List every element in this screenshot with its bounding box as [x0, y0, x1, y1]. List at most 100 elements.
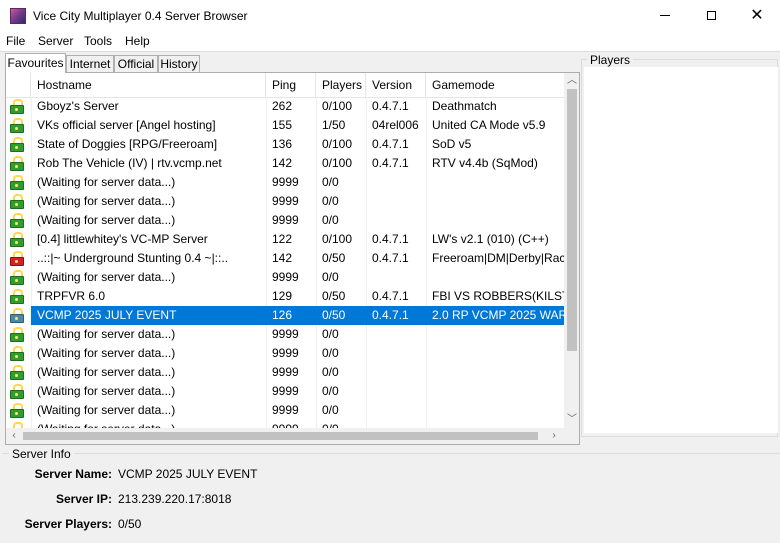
table-row[interactable]: VCMP 2025 JULY EVENT 126 0/50 0.4.7.1 2.0 RP…: [6, 306, 566, 325]
table-row[interactable]: (Waiting for server data...)99990/0: [6, 344, 566, 363]
table-row[interactable]: Rob The Vehicle (IV) | rtv.vcmp.net 142 0/…: [6, 154, 566, 173]
tab-favourites[interactable]: Favourites: [5, 53, 66, 73]
padlock-icon: [10, 232, 24, 247]
padlock-icon: [10, 327, 24, 342]
server-list[interactable]: Hostname Ping Players Version Gamemode G…: [5, 72, 580, 445]
maximize-icon: [706, 11, 716, 20]
table-row[interactable]: Gboyz's Server 262 0/100 0.4.7.1 Deathmatch: [6, 97, 566, 116]
scroll-left-icon[interactable]: ‹: [6, 428, 22, 444]
cell-gamemode: FBI VS ROBBERS(KILSTREAK): [432, 289, 564, 303]
header-ping[interactable]: Ping: [266, 73, 316, 97]
scroll-down-icon[interactable]: ﹀: [564, 412, 579, 428]
players-label: Players: [587, 53, 634, 67]
header-lock[interactable]: [6, 73, 31, 97]
cell-gamemode: Deathmatch: [432, 99, 497, 113]
tab-history[interactable]: History: [158, 55, 200, 72]
scroll-up-icon[interactable]: ︿: [564, 73, 579, 89]
minimize-button[interactable]: [642, 0, 688, 31]
cell-version: 0.4.7.1: [372, 289, 409, 303]
table-row[interactable]: (Waiting for server data...)99990/0: [6, 173, 566, 192]
padlock-icon: [10, 289, 24, 304]
cell-hostname: State of Doggies [RPG/Freeroam]: [37, 137, 218, 151]
cell-players: 0/0: [322, 175, 339, 189]
cell-version: 0.4.7.1: [372, 99, 409, 113]
table-row[interactable]: (Waiting for server data...)99990/0: [6, 325, 566, 344]
cell-hostname: TRPFVR 6.0: [37, 289, 106, 303]
cell-ping: 9999: [272, 175, 299, 189]
cell-ping: 9999: [272, 403, 299, 417]
cell-gamemode: [426, 344, 564, 363]
vertical-scroll-thumb[interactable]: [567, 89, 577, 351]
cell-version: [366, 192, 426, 211]
close-button[interactable]: ✕: [734, 0, 780, 31]
tab-internet[interactable]: Internet: [66, 55, 114, 72]
table-row[interactable]: (Waiting for server data...)99990/0: [6, 268, 566, 287]
cell-version: [366, 420, 426, 428]
cell-players: 0/0: [322, 403, 339, 417]
cell-players: 0/0: [322, 365, 339, 379]
padlock-icon: [10, 403, 24, 418]
cell-ping: 142: [272, 251, 293, 265]
server-ip-value: 213.239.220.17:8018: [118, 492, 232, 506]
table-row[interactable]: [0.4] littlewhitey's VC-MP Server 122 0/10…: [6, 230, 566, 249]
cell-ping: 142: [272, 156, 293, 170]
horizontal-scrollbar[interactable]: ‹ ›: [6, 428, 564, 444]
cell-players: 0/0: [322, 346, 339, 360]
cell-version: [366, 401, 426, 420]
cell-hostname: (Waiting for server data...): [31, 420, 266, 428]
table-row[interactable]: (Waiting for server data...)99990/0: [6, 211, 566, 230]
menu-tools[interactable]: Tools: [84, 34, 112, 48]
padlock-icon: [10, 118, 24, 133]
app-icon: [10, 8, 26, 24]
cell-gamemode: [426, 211, 564, 230]
header-version[interactable]: Version: [366, 73, 426, 97]
close-icon: ✕: [750, 6, 764, 24]
header-players[interactable]: Players: [316, 73, 366, 97]
cell-hostname: Gboyz's Server: [37, 99, 119, 113]
menu-help[interactable]: Help: [125, 34, 150, 48]
cell-hostname: (Waiting for server data...): [37, 384, 176, 398]
menu-file[interactable]: File: [6, 34, 25, 48]
scroll-right-icon[interactable]: ›: [546, 428, 562, 444]
maximize-button[interactable]: [688, 0, 734, 31]
cell-players: 0/50: [322, 251, 346, 265]
cell-version: [366, 211, 426, 230]
server-info-label: Server Info: [9, 447, 74, 461]
server-ip-label: Server IP:: [55, 492, 112, 506]
cell-ping: 9999: [272, 365, 299, 379]
header-gamemode[interactable]: Gamemode: [426, 73, 566, 97]
cell-version: 04rel006: [372, 118, 419, 132]
table-row[interactable]: TRPFVR 6.0 129 0/50 0.4.7.1 FBI VS ROBBERS(K…: [6, 287, 566, 306]
table-row[interactable]: (Waiting for server data...)99990/0: [6, 382, 566, 401]
cell-hostname: ..::|~ Underground Stunting 0.4 ~|::..: [37, 251, 229, 265]
table-row[interactable]: (Waiting for server data...)99990/0: [6, 192, 566, 211]
server-name-value: VCMP 2025 JULY EVENT: [118, 467, 258, 481]
cell-players: 1/50: [322, 118, 346, 132]
cell-players: 0/100: [322, 99, 353, 113]
cell-gamemode: RTV v4.4b (SqMod): [432, 156, 538, 170]
menu-server[interactable]: Server: [38, 34, 73, 48]
table-row[interactable]: State of Doggies [RPG/Freeroam] 136 0/100 0…: [6, 135, 566, 154]
cell-hostname: (Waiting for server data...): [37, 213, 176, 227]
vertical-scrollbar[interactable]: ︿ ﹀: [564, 73, 579, 428]
tab-official[interactable]: Official: [114, 55, 158, 72]
header-hostname[interactable]: Hostname: [31, 73, 266, 97]
table-row[interactable]: VKs official server [Angel hosting] 155 1/…: [6, 116, 566, 135]
table-row[interactable]: (Waiting for server data...)99990/0: [6, 401, 566, 420]
scrollbar-corner: [564, 428, 579, 444]
players-list[interactable]: [584, 67, 778, 433]
cell-gamemode: [426, 173, 564, 192]
padlock-icon: [10, 213, 24, 228]
table-row[interactable]: (Waiting for server data...)99990/0: [6, 363, 566, 382]
table-row[interactable]: (Waiting for server data...)99990/0: [6, 420, 566, 428]
cell-players: 0/0: [322, 384, 339, 398]
cell-players: 0/100: [322, 156, 353, 170]
padlock-icon: [10, 99, 24, 114]
horizontal-scroll-thumb[interactable]: [23, 432, 538, 440]
table-row[interactable]: ..::|~ Underground Stunting 0.4 ~|::.. 14…: [6, 249, 566, 268]
cell-version: [366, 325, 426, 344]
cell-hostname: Rob The Vehicle (IV) | rtv.vcmp.net: [37, 156, 222, 170]
cell-gamemode: Freeroam|DM|Derby|Race: [432, 251, 564, 265]
cell-hostname: (Waiting for server data...): [37, 346, 176, 360]
server-name-label: Server Name:: [34, 467, 112, 481]
